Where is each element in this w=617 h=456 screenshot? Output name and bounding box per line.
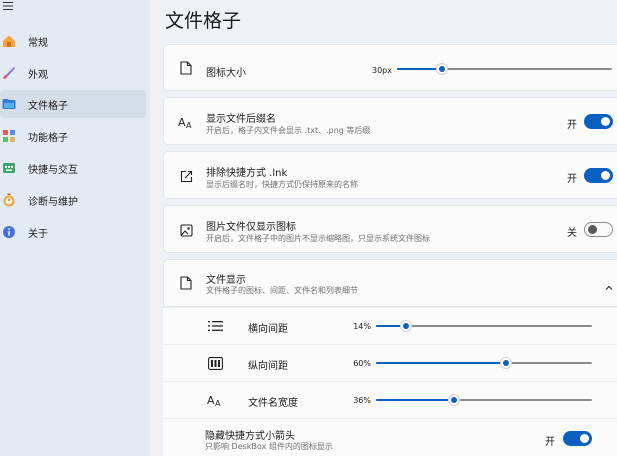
svg-text:A: A — [178, 116, 186, 129]
filename-width-label: 文件名宽度 — [248, 398, 298, 409]
info-icon — [2, 225, 16, 239]
horizontal-spacing-label: 横向间距 — [248, 324, 288, 335]
page-title: 文件格子 — [165, 10, 242, 32]
exclude-lnk-toggle[interactable] — [584, 168, 613, 183]
filename-width-row: AA 文件名宽度 36% — [163, 381, 617, 418]
brush-icon — [2, 66, 16, 80]
hide-arrow-toggle[interactable] — [563, 431, 592, 446]
sidebar-item-label: 文件格子 — [28, 100, 68, 112]
layout-icon — [207, 355, 223, 371]
sidebar-item-shortcuts[interactable]: 快捷与交互 — [0, 154, 146, 182]
file-display-expander[interactable]: 文件显示 文件格子的图标、间距、文件名和列表细节 — [163, 259, 617, 307]
svg-text:A: A — [215, 399, 221, 407]
sidebar-item-file-grid[interactable]: 文件格子 — [0, 90, 146, 118]
horizontal-spacing-slider[interactable] — [376, 319, 592, 333]
sidebar-item-label: 功能格子 — [28, 132, 68, 144]
icon-size-title: 图标大小 — [206, 68, 246, 79]
file-icon — [178, 60, 194, 76]
vertical-spacing-value: 60% — [353, 359, 371, 368]
horizontal-spacing-value: 14% — [353, 322, 371, 331]
main-content: 文件格子 图标大小 30px AA 显示文件后缀名 开启后，格子内文件会显示 .… — [150, 0, 617, 456]
file-display-title: 文件显示 — [206, 275, 246, 286]
image-icon-only-title: 图片文件仅显示图标 — [206, 222, 296, 233]
show-extension-title: 显示文件后缀名 — [206, 114, 276, 125]
exclude-lnk-title: 排除快捷方式 .lnk — [206, 168, 288, 179]
shortcut-icon — [178, 168, 194, 184]
sidebar-item-label: 常规 — [28, 37, 48, 49]
show-extension-toggle[interactable] — [584, 114, 613, 129]
exclude-lnk-card: 排除快捷方式 .lnk 显示后缀名时，快捷方式仍保持原来的名称 开 — [163, 151, 617, 199]
file-icon — [178, 275, 194, 291]
sidebar-item-appearance[interactable]: 外观 — [0, 59, 146, 87]
sidebar-item-diagnostics[interactable]: 诊断与维护 — [0, 186, 146, 214]
home-icon — [2, 34, 16, 48]
vertical-spacing-label: 纵向间距 — [248, 361, 288, 372]
horizontal-spacing-row: 横向间距 14% — [163, 307, 617, 344]
image-icon-only-desc: 开启后，文件格子中的图片不显示缩略图，只显示系统文件图标 — [206, 234, 430, 243]
sidebar-item-function-grid[interactable]: 功能格子 — [0, 122, 146, 150]
font-size-icon: AA — [178, 114, 194, 130]
hide-arrow-title: 隐藏快捷方式小箭头 — [205, 431, 295, 442]
sidebar-item-about[interactable]: 关于 — [0, 218, 146, 246]
keyboard-icon — [2, 161, 16, 175]
svg-text:A: A — [207, 394, 215, 407]
icon-size-card: 图标大小 30px — [163, 44, 617, 91]
image-icon-only-toggle[interactable] — [584, 222, 613, 237]
image-icon — [178, 222, 194, 238]
sidebar-item-label: 关于 — [28, 228, 48, 240]
show-extension-state: 开 — [567, 120, 577, 131]
file-display-desc: 文件格子的图标、间距、文件名和列表细节 — [206, 286, 358, 295]
font-size-icon: AA — [207, 392, 223, 408]
sidebar-item-label: 诊断与维护 — [28, 196, 78, 208]
icon-size-slider[interactable] — [397, 62, 612, 76]
hamburger-menu-icon[interactable] — [3, 2, 13, 12]
svg-text:A: A — [186, 121, 192, 129]
exclude-lnk-desc: 显示后缀名时，快捷方式仍保持原来的名称 — [206, 180, 358, 189]
icon-size-value: 30px — [372, 66, 392, 75]
sidebar-item-general[interactable]: 常规 — [0, 27, 146, 55]
filename-width-value: 36% — [353, 396, 371, 405]
image-icon-only-state: 关 — [567, 228, 577, 239]
sidebar-item-label: 快捷与交互 — [28, 164, 78, 176]
vertical-spacing-slider[interactable] — [376, 356, 592, 370]
stopwatch-icon — [2, 193, 16, 207]
sidebar-item-label: 外观 — [28, 69, 48, 81]
filename-width-slider[interactable] — [376, 393, 592, 407]
hide-arrow-desc: 只影响 DeskBox 组件内的图标显示 — [205, 442, 333, 451]
show-extension-desc: 开启后，格子内文件会显示 .txt、.png 等后缀 — [206, 126, 371, 135]
show-extension-card: AA 显示文件后缀名 开启后，格子内文件会显示 .txt、.png 等后缀 开 — [163, 97, 617, 145]
grid-icon — [2, 129, 16, 143]
image-icon-only-card: 图片文件仅显示图标 开启后，文件格子中的图片不显示缩略图，只显示系统文件图标 关 — [163, 205, 617, 253]
vertical-spacing-row: 纵向间距 60% — [163, 344, 617, 381]
sidebar: 常规 外观 文件格子 功能格子 快捷与交互 诊断与维护 关于 — [0, 0, 150, 456]
list-icon — [207, 318, 223, 334]
hide-arrow-row: 隐藏快捷方式小箭头 只影响 DeskBox 组件内的图标显示 开 — [163, 418, 617, 456]
hide-arrow-state: 开 — [545, 437, 555, 448]
exclude-lnk-state: 开 — [567, 174, 577, 185]
folder-icon — [2, 97, 16, 111]
chevron-up-icon[interactable] — [604, 278, 614, 290]
